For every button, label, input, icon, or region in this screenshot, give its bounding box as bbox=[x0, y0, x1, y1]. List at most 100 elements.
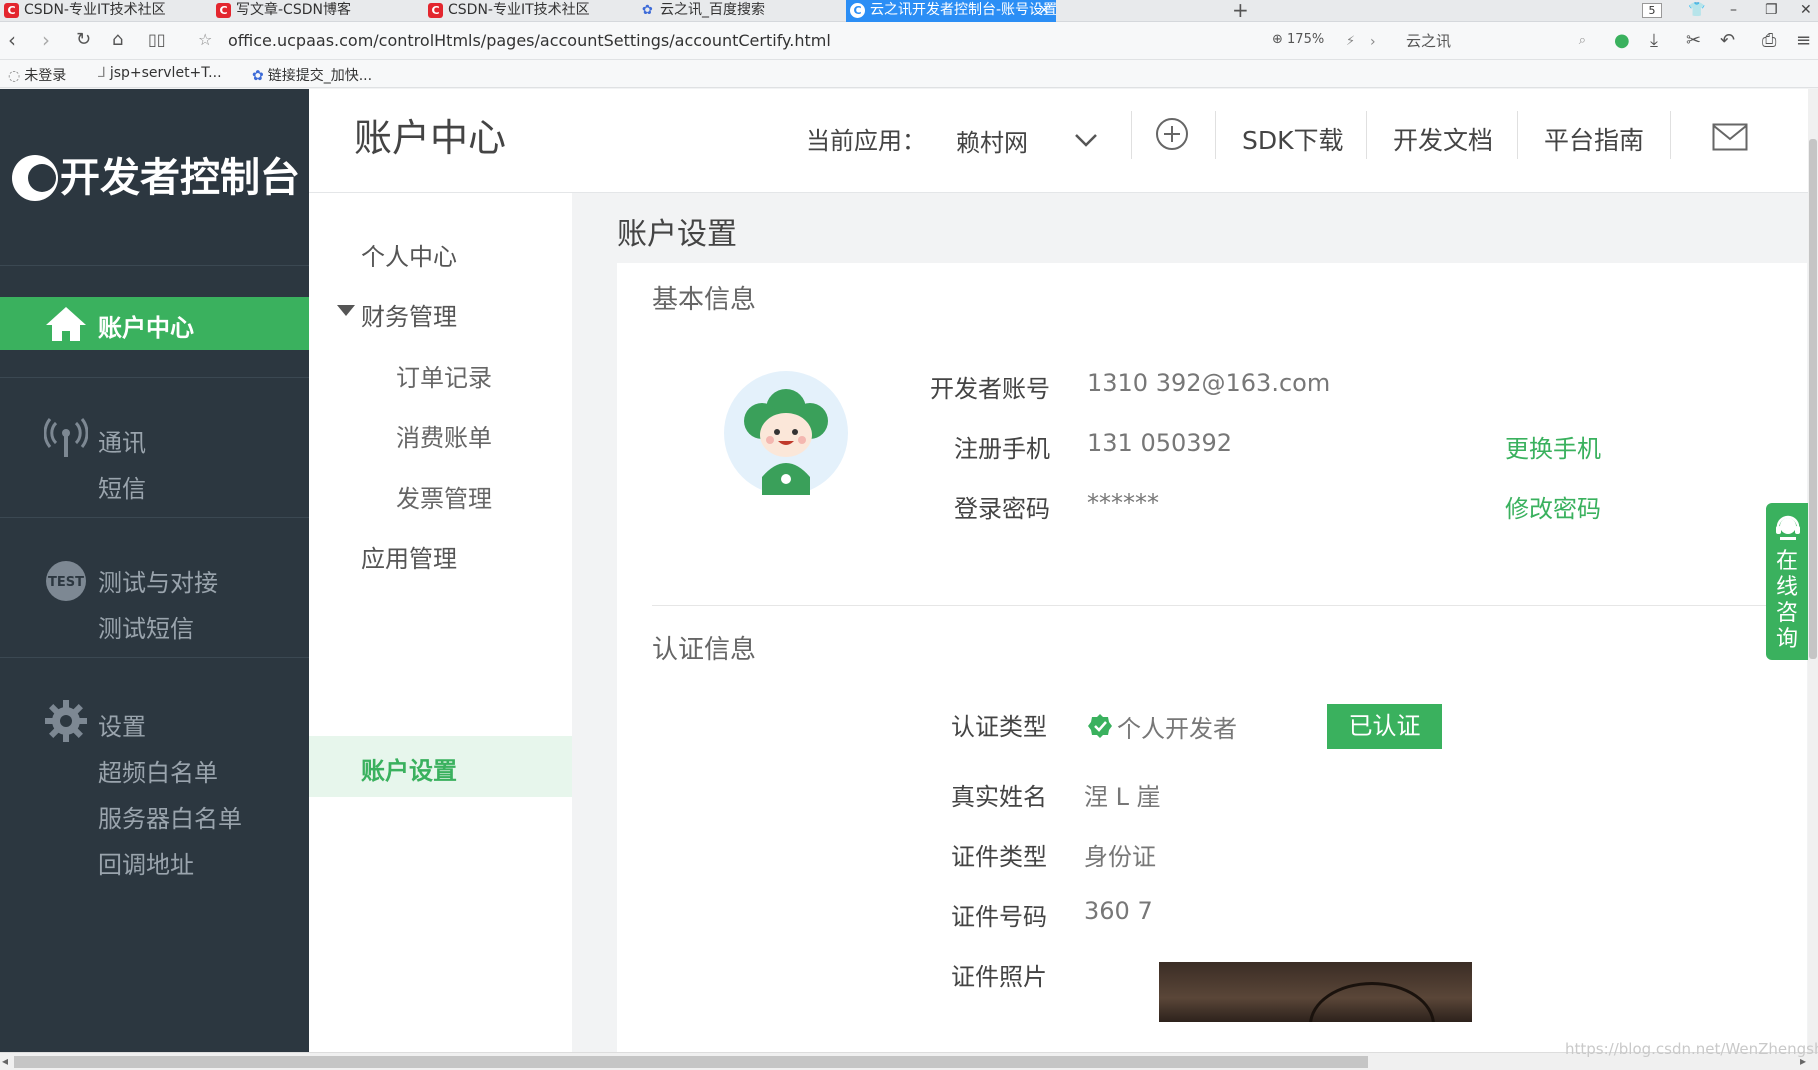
menu-icon[interactable]: ≡ bbox=[1796, 30, 1811, 52]
cert-type-value: 个人开发者 bbox=[1117, 715, 1237, 743]
phone-value: 131 050392 bbox=[1087, 429, 1233, 457]
home-icon[interactable]: ⌂ bbox=[112, 29, 123, 51]
sidebar: 开发者控制台 账户中心 通讯 短信 TEST 测试与对接 测试短信 设置 超频白… bbox=[0, 89, 309, 1052]
subnav-item-app-management[interactable]: 应用管理 bbox=[361, 539, 457, 574]
mascot-avatar bbox=[724, 371, 848, 495]
cert-info-heading: 认证信息 bbox=[652, 635, 757, 665]
address-bar-row: ‹ › ↻ ⌂ ▯▯ ☆ office.ucpaas.com/controlHt… bbox=[0, 22, 1818, 60]
sidebar-item-callback-url[interactable]: 回调地址 bbox=[98, 845, 194, 880]
current-app-select[interactable]: 赖村网 bbox=[956, 123, 1028, 158]
subnav-item-finance[interactable]: 财务管理 bbox=[361, 297, 457, 332]
id-type-label: 证件类型 bbox=[951, 843, 1047, 871]
subnav-item-account-settings[interactable]: 账户设置 bbox=[309, 736, 572, 797]
add-app-icon[interactable] bbox=[1155, 117, 1189, 151]
browser-tab-bar: C CSDN-专业IT技术社区 C 写文章-CSDN博客 C CSDN-专业IT… bbox=[0, 0, 1818, 22]
close-window-icon[interactable]: ✕ bbox=[1800, 0, 1812, 20]
svg-text:TEST: TEST bbox=[48, 575, 84, 590]
password-value: ****** bbox=[1087, 489, 1159, 517]
id-number-label: 证件号码 bbox=[951, 903, 1047, 931]
secondary-nav: 个人中心 财务管理 订单记录 消费账单 发票管理 应用管理 账户设置 bbox=[309, 193, 572, 1052]
chevron-down-icon[interactable] bbox=[1073, 127, 1099, 153]
subnav-item-invoices[interactable]: 发票管理 bbox=[396, 479, 492, 514]
gear-icon bbox=[45, 700, 87, 742]
sidebar-heading[interactable]: 设置 bbox=[98, 707, 146, 742]
home-icon bbox=[46, 307, 86, 341]
divider bbox=[1215, 111, 1216, 159]
browser-search-input[interactable]: 云之讯 ⌕ bbox=[1398, 28, 1594, 54]
sdk-download-link[interactable]: SDK下载 bbox=[1242, 121, 1344, 157]
bookmark-item[interactable]: ⅃ jsp+servlet+T... bbox=[98, 65, 222, 81]
restore-icon[interactable]: ❐ bbox=[1765, 0, 1778, 20]
divider bbox=[0, 265, 309, 266]
online-consult-button[interactable]: 在线咨询 bbox=[1766, 503, 1808, 660]
change-phone-link[interactable]: 更换手机 bbox=[1505, 429, 1601, 464]
account-card: 基本信息 开发者账号 1310 392@163.com 注册手机 131 050… bbox=[617, 263, 1812, 1052]
dev-docs-link[interactable]: 开发文档 bbox=[1393, 121, 1493, 157]
sidebar-heading[interactable]: 通讯 bbox=[98, 423, 146, 458]
reader-icon[interactable]: ▯▯ bbox=[148, 29, 166, 51]
verified-status-badge: 已认证 bbox=[1327, 704, 1442, 749]
tab-count-badge[interactable]: 5 bbox=[1642, 3, 1662, 18]
sidebar-item-account-center[interactable]: 账户中心 bbox=[0, 297, 309, 350]
lightning-icon[interactable]: ⚡ bbox=[1346, 31, 1355, 53]
csdn-icon: C bbox=[428, 3, 443, 18]
undo-icon[interactable]: ↶ bbox=[1720, 30, 1735, 52]
phone-label: 注册手机 bbox=[954, 435, 1050, 463]
new-tab-button[interactable]: + bbox=[1232, 0, 1249, 22]
triangle-down-icon[interactable] bbox=[337, 305, 355, 316]
chevron-right-icon[interactable]: › bbox=[1370, 31, 1376, 53]
url-field[interactable]: office.ucpaas.com/controlHtmls/pages/acc… bbox=[228, 31, 831, 50]
browser-tab[interactable]: ✿ 云之讯_百度搜索 bbox=[636, 0, 841, 22]
sidebar-item-overfreq-whitelist[interactable]: 超频白名单 bbox=[98, 753, 218, 788]
browser-tab[interactable]: C 写文章-CSDN博客 bbox=[212, 0, 417, 22]
real-name-label: 真实姓名 bbox=[951, 783, 1047, 811]
subnav-item-bills[interactable]: 消费账单 bbox=[396, 418, 492, 453]
scrollbar-thumb[interactable] bbox=[14, 1056, 1368, 1068]
bookmark-item[interactable]: ✿ 链接提交_加快... bbox=[252, 65, 372, 85]
main-content: 账户设置 基本信息 开发者账号 1310 392@163.com 注册手机 13… bbox=[572, 193, 1818, 1052]
shirt-skin-icon[interactable]: 👕 bbox=[1688, 0, 1705, 20]
divider bbox=[1131, 111, 1132, 159]
download-icon[interactable]: ⤓ bbox=[1650, 30, 1658, 52]
mail-icon[interactable] bbox=[1712, 123, 1748, 151]
minimize-icon[interactable]: – bbox=[1730, 0, 1737, 20]
scissors-icon[interactable]: ✂ bbox=[1686, 30, 1701, 52]
top-header: 账户中心 当前应用： 赖村网 SDK下载 开发文档 平台指南 bbox=[309, 89, 1818, 193]
divider bbox=[1670, 111, 1671, 159]
test-badge-icon: TEST bbox=[46, 561, 86, 601]
change-password-link[interactable]: 修改密码 bbox=[1505, 489, 1601, 524]
subnav-item-personal-center[interactable]: 个人中心 bbox=[361, 237, 457, 272]
star-icon[interactable]: ☆ bbox=[198, 29, 212, 51]
refresh-icon[interactable]: ↻ bbox=[76, 29, 91, 51]
vertical-scrollbar[interactable] bbox=[1808, 89, 1818, 1052]
back-icon[interactable]: ‹ bbox=[8, 29, 16, 51]
browser-tab[interactable]: C CSDN-专业IT技术社区 bbox=[424, 0, 629, 22]
sidebar-item-server-whitelist[interactable]: 服务器白名单 bbox=[98, 799, 242, 834]
bookmark-item[interactable]: ◌ 未登录 bbox=[8, 65, 66, 85]
account-value: 1310 392@163.com bbox=[1087, 369, 1331, 397]
zoom-icon: ⊕ bbox=[1272, 32, 1288, 47]
subnav-item-orders[interactable]: 订单记录 bbox=[396, 358, 492, 393]
zoom-indicator[interactable]: ⊕ 175% bbox=[1272, 32, 1324, 47]
current-app-label: 当前应用： bbox=[806, 127, 926, 155]
sidebar-heading[interactable]: 测试与对接 bbox=[98, 563, 218, 598]
horizontal-scrollbar[interactable]: ◂ ▸ bbox=[0, 1052, 1818, 1070]
wechat-icon[interactable]: ● bbox=[1614, 30, 1630, 52]
logo[interactable]: 开发者控制台 bbox=[12, 151, 302, 201]
platform-guide-link[interactable]: 平台指南 bbox=[1544, 121, 1644, 157]
browser-tab-active[interactable]: C 云之讯开发者控制台-账号设置 × bbox=[846, 0, 1056, 22]
signal-icon bbox=[44, 418, 88, 457]
forward-icon[interactable]: › bbox=[42, 29, 50, 51]
page-content: 开发者控制台 账户中心 通讯 短信 TEST 测试与对接 测试短信 设置 超频白… bbox=[0, 89, 1818, 1052]
sidebar-item-test-sms[interactable]: 测试短信 bbox=[98, 609, 194, 644]
password-label: 登录密码 bbox=[954, 495, 1050, 523]
scroll-left-icon[interactable]: ◂ bbox=[2, 1053, 8, 1070]
browser-tab[interactable]: C CSDN-专业IT技术社区 bbox=[0, 0, 205, 22]
id-type-value: 身份证 bbox=[1084, 843, 1156, 871]
sidebar-item-sms[interactable]: 短信 bbox=[98, 469, 146, 504]
scrollbar-thumb[interactable] bbox=[1809, 139, 1817, 659]
close-tab-icon[interactable]: × bbox=[1038, 0, 1050, 20]
bag-icon[interactable]: ⎙ bbox=[1762, 30, 1776, 52]
bookmark-bar: ◌ 未登录 ⅃ jsp+servlet+T... ✿ 链接提交_加快... bbox=[0, 60, 1818, 88]
search-icon[interactable]: ⌕ bbox=[1579, 28, 1586, 54]
